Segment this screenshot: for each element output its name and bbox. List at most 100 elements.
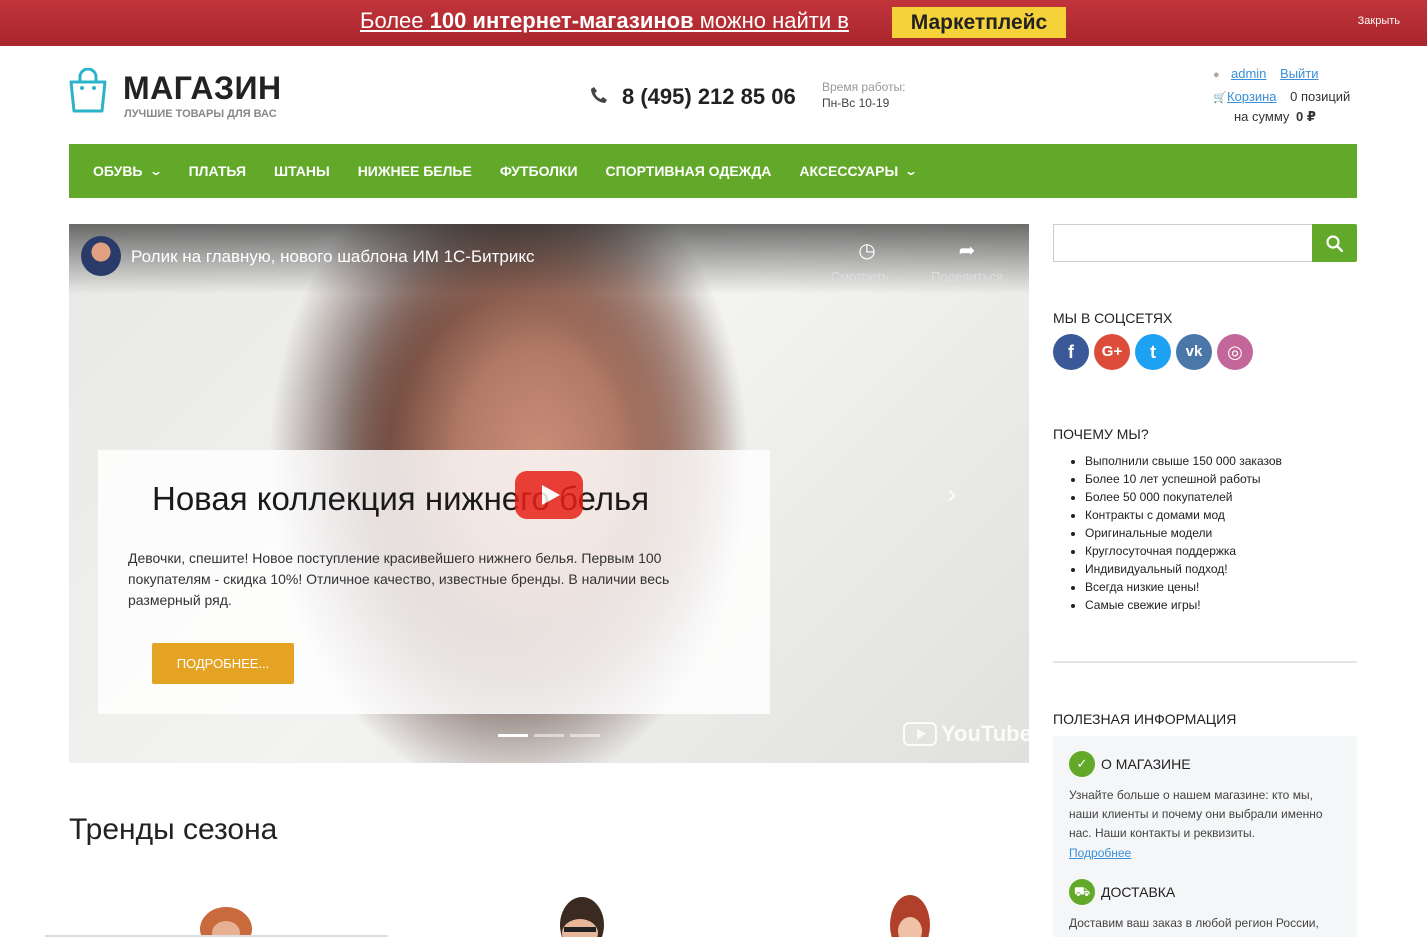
promo-text-bold: 100 интернет-магазинов <box>429 8 694 33</box>
nav-item-shoes[interactable]: ОБУВЬ ⌄ <box>93 163 163 179</box>
nav-item-label: ШТАНЫ <box>274 163 330 179</box>
why-us-list: Выполнили свыше 150 000 заказов Более 10… <box>1085 452 1282 614</box>
social-links: f G+ t vk ◎ <box>1053 334 1258 370</box>
chevron-down-icon: ⌄ <box>904 164 919 178</box>
video-slider[interactable]: Ролик на главную, нового шаблона ИМ 1С-Б… <box>69 224 1029 763</box>
search-button[interactable] <box>1312 224 1357 262</box>
phone-icon <box>590 86 608 104</box>
useful-info-title: ПОЛЕЗНАЯ ИНФОРМАЦИЯ <box>1053 711 1237 727</box>
facebook-icon[interactable]: f <box>1053 334 1089 370</box>
youtube-label: YouTube <box>941 721 1029 746</box>
vk-icon[interactable]: vk <box>1176 334 1212 370</box>
social-title: МЫ В СОЦСЕТЯХ <box>1053 310 1173 326</box>
logo-subtitle: ЛУЧШИЕ ТОВАРЫ ДЛЯ ВАС <box>124 108 277 120</box>
logo-title[interactable]: МАГАЗИН <box>123 70 282 107</box>
nav-item-dresses[interactable]: ПЛАТЬЯ <box>189 163 246 179</box>
trend-product-image[interactable] <box>550 885 610 942</box>
promo-text-before: Более <box>360 8 430 33</box>
list-item: Самые свежие игры! <box>1085 596 1282 614</box>
slide-more-button[interactable]: ПОДРОБНЕЕ... <box>152 643 294 684</box>
channel-avatar[interactable] <box>81 236 121 276</box>
logout-link[interactable]: Выйти <box>1280 66 1319 81</box>
watch-later-button[interactable]: ◷ Смотреть ... <box>827 238 907 284</box>
nav-item-label: ФУТБОЛКИ <box>499 163 578 179</box>
cart-icon: 🛒 <box>1213 92 1227 104</box>
user-row: ● admin Выйти <box>1213 66 1319 81</box>
trend-product-image[interactable] <box>880 885 940 942</box>
check-icon: ✓ <box>1069 751 1095 777</box>
working-hours-value: Пн-Вс 10-19 <box>822 96 890 110</box>
list-item: Круглосуточная поддержка <box>1085 542 1282 560</box>
clock-icon: ◷ <box>858 240 876 262</box>
slide-dot[interactable] <box>534 734 564 737</box>
vk-glyph: vk <box>1185 343 1203 360</box>
chevron-down-icon: ⌄ <box>148 164 163 178</box>
about-shop-text: Узнайте больше о нашем магазине: кто мы,… <box>1069 788 1323 840</box>
about-shop-more-link[interactable]: Подробнее <box>1069 846 1131 860</box>
search-input[interactable] <box>1053 224 1313 262</box>
twitter-glyph: t <box>1150 342 1156 362</box>
instagram-icon[interactable]: ◎ <box>1217 334 1253 370</box>
slide-dot[interactable] <box>570 734 600 737</box>
phone-number[interactable]: 8 (495) 212 85 06 <box>622 84 796 110</box>
nav-item-tshirts[interactable]: ФУТБОЛКИ <box>500 163 578 179</box>
video-title[interactable]: Ролик на главную, нового шаблона ИМ 1С-Б… <box>131 247 534 267</box>
truck-icon: ⛟ <box>1069 879 1095 905</box>
nav-item-label: ПЛАТЬЯ <box>188 163 247 179</box>
youtube-play-icon <box>903 722 937 746</box>
nav-item-pants[interactable]: ШТАНЫ <box>274 163 330 179</box>
promo-text-after: можно найти в <box>693 8 849 33</box>
working-hours-label: Время работы: <box>822 80 906 94</box>
share-button[interactable]: ➦ Поделиться <box>925 238 1009 284</box>
slide-caption-card: Новая коллекция нижнего белья Девочки, с… <box>98 450 770 714</box>
watch-later-label: Смотреть ... <box>830 269 904 284</box>
why-us-title: ПОЧЕМУ МЫ? <box>1053 426 1149 442</box>
user-profile-link[interactable]: admin <box>1231 66 1266 81</box>
sidebar-divider <box>1053 661 1357 663</box>
nav-item-label: НИЖНЕЕ БЕЛЬЕ <box>357 163 472 179</box>
list-item: Выполнили свыше 150 000 заказов <box>1085 452 1282 470</box>
useful-info-box: ✓ О МАГАЗИНЕ Узнайте больше о нашем мага… <box>1053 736 1357 937</box>
trends-title: Тренды сезона <box>69 813 278 846</box>
twitter-icon[interactable]: t <box>1135 334 1171 370</box>
next-slide-arrow-icon[interactable]: › <box>947 478 956 510</box>
list-item: Более 50 000 покупателей <box>1085 488 1282 506</box>
marketplace-badge[interactable]: Маркетплейс <box>892 7 1066 38</box>
nav-item-label: ОБУВЬ <box>93 163 143 179</box>
trend-product-image[interactable] <box>196 885 256 942</box>
nav-item-underwear[interactable]: НИЖНЕЕ БЕЛЬЕ <box>358 163 472 179</box>
delivery-text: Доставим ваш заказ в любой регион России… <box>1069 916 1319 930</box>
list-item: Более 10 лет успешной работы <box>1085 470 1282 488</box>
slide-dot[interactable] <box>498 734 528 737</box>
play-icon[interactable] <box>515 471 583 519</box>
share-arrow-icon: ➦ <box>958 240 976 262</box>
cart-sum-label: на сумму <box>1234 109 1290 124</box>
promo-close-button[interactable]: Закрыть <box>1358 15 1400 27</box>
nav-item-accessories[interactable]: АКСЕССУАРЫ ⌄ <box>799 163 919 179</box>
slide-dots <box>498 734 606 737</box>
about-shop-title[interactable]: О МАГАЗИНЕ <box>1101 756 1191 772</box>
main-nav: ОБУВЬ ⌄ ПЛАТЬЯ ШТАНЫ НИЖНЕЕ БЕЛЬЕ ФУТБОЛК… <box>69 144 1357 198</box>
cart-count: 0 позиций <box>1290 89 1351 104</box>
cart-link[interactable]: Корзина <box>1227 89 1277 104</box>
delivery-title[interactable]: ДОСТАВКА <box>1101 884 1175 900</box>
list-item: Всегда низкие цены! <box>1085 578 1282 596</box>
share-label: Поделиться <box>931 269 1003 284</box>
list-item: Индивидуальный подход! <box>1085 560 1282 578</box>
cart-sum-value: 0 ₽ <box>1296 109 1316 124</box>
google-plus-icon[interactable]: G+ <box>1094 334 1130 370</box>
nav-item-label: АКСЕССУАРЫ <box>799 163 899 179</box>
user-icon: ● <box>1213 69 1220 81</box>
slide-text: Девочки, спешите! Новое поступление крас… <box>128 550 670 608</box>
list-item: Оригинальные модели <box>1085 524 1282 542</box>
list-item: Контракты с домами мод <box>1085 506 1282 524</box>
youtube-logo[interactable]: YouTube <box>903 721 1029 747</box>
shopping-bag-icon[interactable] <box>68 67 108 114</box>
cart-sum: на сумму 0 ₽ <box>1234 109 1316 125</box>
cart-row: 🛒Корзина 0 позиций <box>1213 89 1350 104</box>
google-plus-glyph: G+ <box>1101 343 1123 360</box>
nav-item-sportswear[interactable]: СПОРТИВНАЯ ОДЕЖДА <box>606 163 772 179</box>
promo-link[interactable]: Более 100 интернет-магазинов можно найти… <box>360 8 849 34</box>
promo-banner: Более 100 интернет-магазинов можно найти… <box>0 0 1427 46</box>
instagram-glyph: ◎ <box>1227 342 1243 362</box>
